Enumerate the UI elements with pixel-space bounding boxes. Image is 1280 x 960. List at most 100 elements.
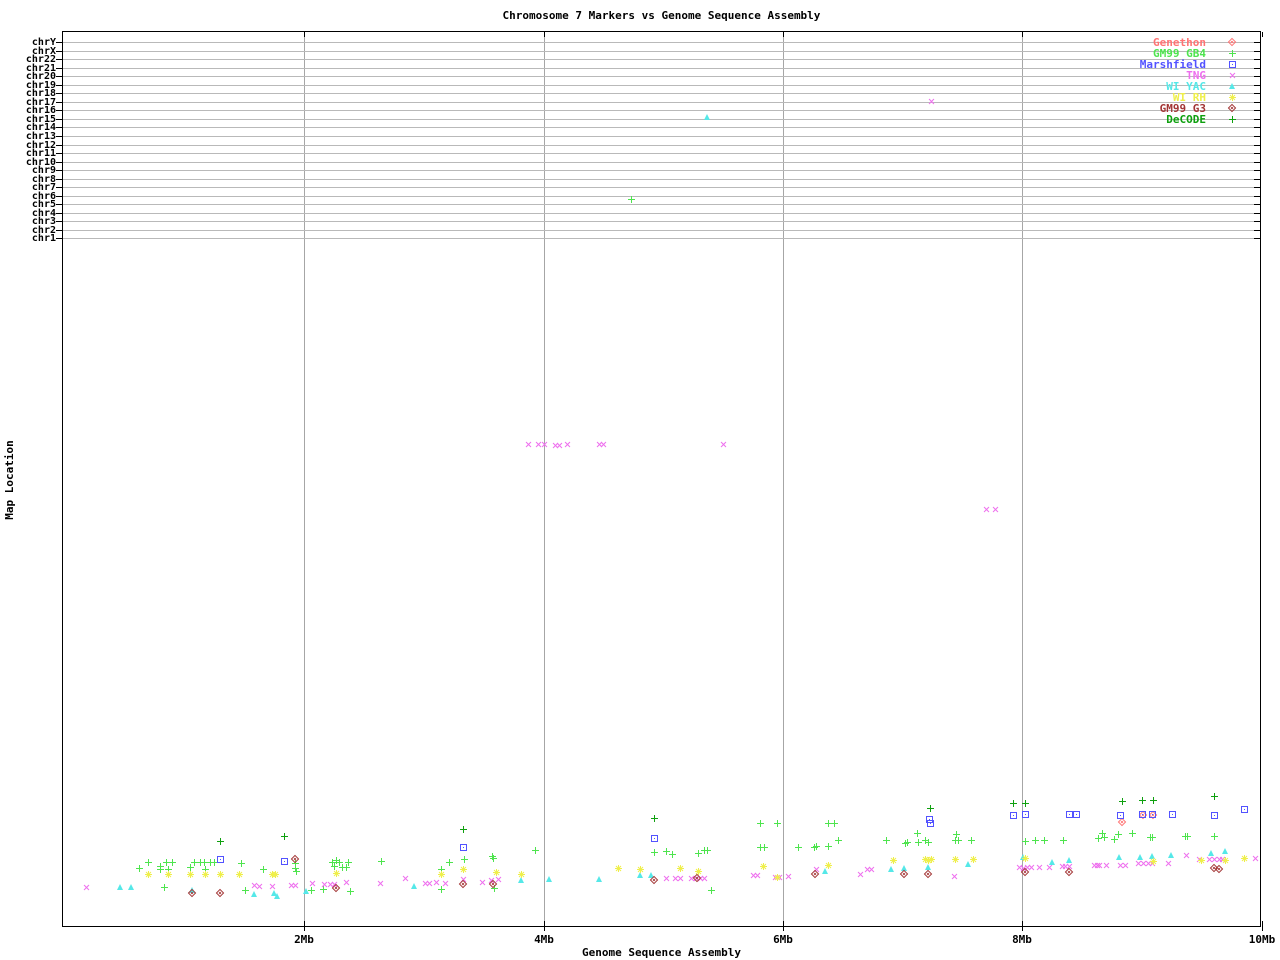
marker-gm99-gb4 — [628, 196, 635, 203]
marker-wi-yac — [1066, 857, 1072, 863]
marker-decode — [927, 805, 934, 812]
marker-wi-yac — [888, 866, 894, 872]
marker-gm99-gb4 — [238, 860, 245, 867]
marker-marshfield — [1211, 812, 1218, 819]
marker-wi-rh — [217, 871, 224, 878]
marker-decode — [1150, 797, 1157, 804]
marker-gm99-gb4 — [669, 851, 676, 858]
marker-wi-rh — [518, 871, 525, 878]
marker-gm99-gb4 — [968, 837, 975, 844]
chrom-label-chr1: chr1 — [31, 233, 56, 244]
legend-label-decode: DeCODE — [1166, 113, 1206, 126]
x-tick-label-10mb: 10Mb — [1248, 933, 1276, 946]
marker-decode — [1010, 800, 1017, 807]
x-axis-title: Genome Sequence Assembly — [582, 946, 741, 959]
marker-wi-rh — [333, 870, 340, 877]
marker-wi-rh — [825, 862, 832, 869]
marker-wi-rh — [272, 871, 279, 878]
marker-gm99-gb4 — [157, 866, 164, 873]
marker-decode — [1119, 798, 1126, 805]
marker-wi-yac — [303, 888, 309, 894]
marker-marshfield — [927, 820, 934, 827]
marker-wi-yac — [1049, 859, 1055, 865]
marker-marshfield — [651, 835, 658, 842]
marker-wi-rh — [1198, 857, 1205, 864]
marker-gm99-gb4 — [761, 844, 768, 851]
marker-marshfield — [1010, 812, 1017, 819]
marker-gm99-gb4 — [904, 839, 911, 846]
marker-gm99-gb4 — [1101, 834, 1108, 841]
marker-gm99-gb4 — [831, 820, 838, 827]
marker-gm99-gb4 — [813, 843, 820, 850]
marker-gm99-gb4 — [704, 847, 711, 854]
marker-wi-rh — [952, 856, 959, 863]
marker-wi-rh — [677, 865, 684, 872]
marker-wi-rh — [760, 863, 767, 870]
chart-canvas: Chromosome 7 Markers vs Genome Sequence … — [0, 0, 1280, 960]
marker-wi-yac — [274, 893, 280, 899]
marker-gm99-gb4 — [1129, 830, 1136, 837]
marker-gm99-gb4 — [169, 859, 176, 866]
marker-wi-rh — [1150, 858, 1157, 865]
marker-marshfield — [217, 856, 224, 863]
marker-gm99-gb4 — [293, 868, 300, 875]
marker-marshfield — [1066, 811, 1073, 818]
marker-wi-yac — [596, 876, 602, 882]
x-tick-label-2mb: 2Mb — [294, 933, 314, 946]
marker-wi-rh — [438, 871, 445, 878]
marker-wi-rh — [202, 871, 209, 878]
marker-wi-rh — [460, 866, 467, 873]
marker-marshfield — [1241, 806, 1248, 813]
marker-gm99-gb4 — [1115, 831, 1122, 838]
marker-wi-rh — [1022, 855, 1029, 862]
legend-marker-icon-wi-rh — [1229, 94, 1236, 101]
marker-wi-rh — [165, 871, 172, 878]
marker-marshfield — [1149, 811, 1156, 818]
marker-wi-yac — [704, 114, 710, 120]
marker-gm99-gb4 — [825, 843, 832, 850]
marker-wi-rh — [970, 856, 977, 863]
marker-gm99-gb4 — [795, 844, 802, 851]
marker-marshfield — [1022, 811, 1029, 818]
marker-marshfield — [281, 858, 288, 865]
legend-marker-icon-gm99-gb4 — [1229, 50, 1236, 57]
marker-gm99-gb4 — [1184, 833, 1191, 840]
marker-wi-rh — [236, 871, 243, 878]
legend-marker-icon-marshfield — [1229, 61, 1236, 68]
marker-wi-yac — [1137, 854, 1143, 860]
marker-gm99-gb4 — [1149, 834, 1156, 841]
marker-wi-yac — [1222, 848, 1228, 854]
marker-gm99-gb4 — [136, 865, 143, 872]
plot-frame — [62, 31, 1261, 927]
marker-wi-yac — [128, 884, 134, 890]
marker-wi-rh — [774, 874, 781, 881]
marker-gm99-gb4 — [145, 859, 152, 866]
marker-gm99-gb4 — [1032, 837, 1039, 844]
x-tick-label-4mb: 4Mb — [534, 933, 554, 946]
legend-marker-icon-wi-yac — [1229, 83, 1235, 89]
x-tick-label-6mb: 6Mb — [773, 933, 793, 946]
marker-marshfield — [1117, 812, 1124, 819]
marker-gm99-gb4 — [1041, 837, 1048, 844]
marker-marshfield — [1073, 811, 1080, 818]
x-axis-tick-bottom — [544, 921, 545, 931]
marker-gm99-gb4 — [955, 837, 962, 844]
marker-gm99-gb4 — [345, 859, 352, 866]
marker-decode — [217, 838, 224, 845]
x-axis-tick-top — [1262, 32, 1263, 37]
marker-wi-yac — [546, 876, 552, 882]
marker-gm99-gb4 — [708, 887, 715, 894]
marker-decode — [460, 826, 467, 833]
marker-wi-yac — [1116, 854, 1122, 860]
marker-decode — [281, 833, 288, 840]
x-axis-tick-bottom — [304, 921, 305, 931]
marker-wi-rh — [928, 856, 935, 863]
marker-gm99-gb4 — [378, 858, 385, 865]
x-axis-tick-bottom — [1262, 921, 1263, 931]
marker-gm99-gb4 — [242, 887, 249, 894]
marker-wi-rh — [187, 871, 194, 878]
marker-wi-yac — [117, 884, 123, 890]
marker-marshfield — [460, 844, 467, 851]
marker-gm99-gb4 — [757, 820, 764, 827]
marker-gm99-gb4 — [260, 866, 267, 873]
